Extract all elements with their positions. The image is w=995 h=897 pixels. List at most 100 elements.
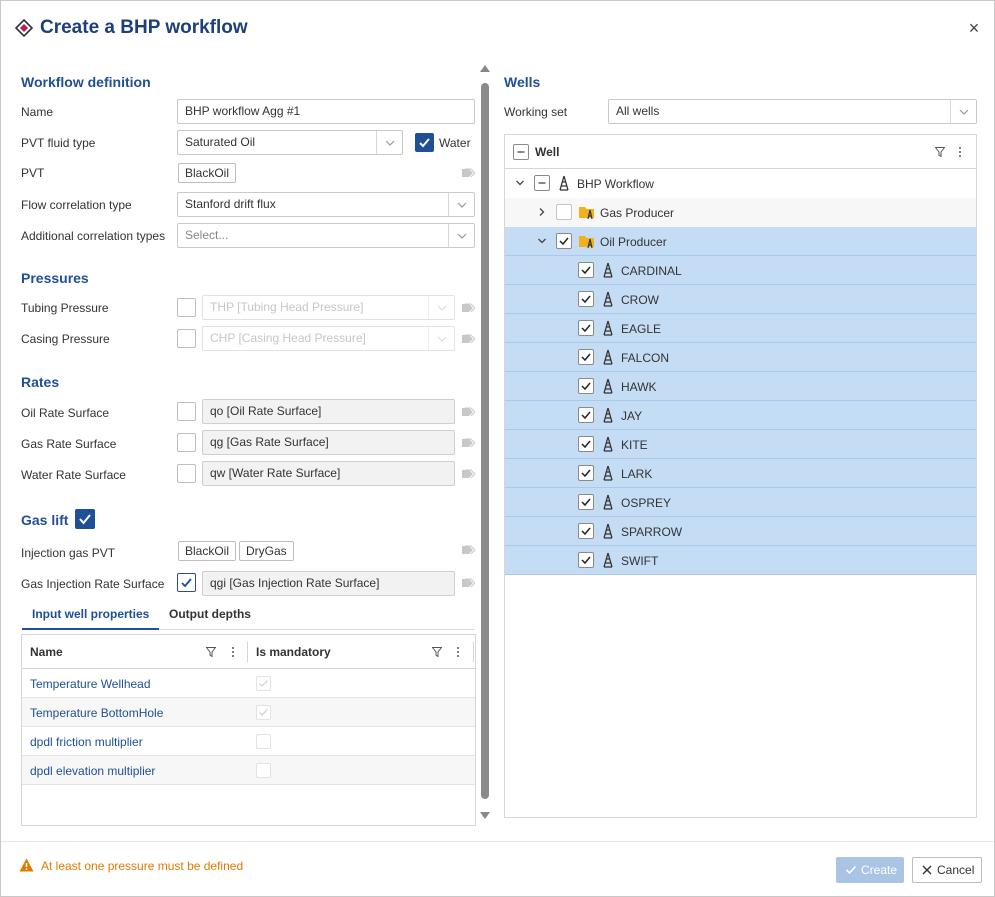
tag-icon[interactable]: [461, 469, 475, 479]
tag-icon[interactable]: [461, 303, 475, 313]
table-row[interactable]: dpdl elevation multiplier: [22, 756, 475, 785]
chevron-down-icon[interactable]: [515, 178, 525, 188]
tree-node-well[interactable]: CROW: [505, 285, 976, 314]
tag-icon[interactable]: [461, 334, 475, 344]
table-row[interactable]: Temperature Wellhead: [22, 669, 475, 698]
create-button[interactable]: Create: [836, 857, 904, 883]
tree-node-root[interactable]: BHP Workflow: [505, 169, 976, 198]
injection-pvt-chip-drygas[interactable]: DryGas: [239, 541, 294, 561]
property-name-link[interactable]: dpdl friction multiplier: [30, 735, 143, 749]
tree-node-gas-producer[interactable]: Gas Producer: [505, 198, 976, 227]
tree-node-well[interactable]: CARDINAL: [505, 256, 976, 285]
well-checkbox[interactable]: [578, 378, 594, 394]
name-input-value: BHP workflow Agg #1: [185, 104, 301, 118]
working-set-select[interactable]: All wells: [608, 99, 977, 124]
well-checkbox[interactable]: [578, 552, 594, 568]
tag-icon[interactable]: [461, 545, 475, 555]
additional-correlation-select[interactable]: Select...: [177, 223, 475, 248]
well-checkbox[interactable]: [578, 407, 594, 423]
footer-divider: [1, 841, 994, 842]
tree-node-well[interactable]: FALCON: [505, 343, 976, 372]
pvt-chip[interactable]: BlackOil: [178, 163, 237, 183]
wells-title: Wells: [504, 74, 541, 90]
casing-pressure-select[interactable]: CHP [Casing Head Pressure]: [202, 326, 455, 351]
close-button[interactable]: ×: [963, 17, 985, 39]
oil-rate-field[interactable]: qo [Oil Rate Surface]: [202, 399, 455, 424]
well-checkbox[interactable]: [578, 494, 594, 510]
filter-icon[interactable]: [432, 647, 442, 657]
tree-node-well[interactable]: KITE: [505, 430, 976, 459]
property-name-link[interactable]: Temperature Wellhead: [30, 677, 151, 691]
water-rate-checkbox[interactable]: [177, 464, 196, 483]
oil-producer-checkbox[interactable]: [556, 233, 572, 249]
column-menu-icon[interactable]: [958, 146, 962, 158]
select-all-checkbox[interactable]: [513, 144, 529, 160]
tubing-pressure-select[interactable]: THP [Tubing Head Pressure]: [202, 295, 455, 320]
tree-node-oil-producer[interactable]: Oil Producer: [505, 227, 976, 256]
tab-input-well-properties[interactable]: Input well properties: [22, 601, 160, 630]
oil-rate-checkbox[interactable]: [177, 402, 196, 421]
casing-pressure-checkbox[interactable]: [177, 329, 196, 348]
gas-lift-checkbox[interactable]: [75, 509, 95, 529]
column-header-well[interactable]: Well: [535, 145, 559, 159]
gas-rate-field[interactable]: qg [Gas Rate Surface]: [202, 430, 455, 455]
gas-rate-checkbox[interactable]: [177, 433, 196, 452]
flow-correlation-select[interactable]: Stanford drift flux: [177, 192, 475, 217]
tree-node-well[interactable]: LARK: [505, 459, 976, 488]
well-checkbox[interactable]: [578, 291, 594, 307]
column-header-name[interactable]: Name: [30, 645, 63, 659]
tree-node-well[interactable]: OSPREY: [505, 488, 976, 517]
property-name-link[interactable]: Temperature BottomHole: [30, 706, 163, 720]
filter-icon[interactable]: [935, 147, 945, 157]
column-menu-icon[interactable]: [231, 646, 235, 658]
tree-node-well[interactable]: JAY: [505, 401, 976, 430]
well-derrick-icon: [603, 378, 613, 394]
name-input[interactable]: BHP workflow Agg #1: [177, 99, 475, 124]
grid-header: Name Is mandatory: [22, 635, 475, 669]
column-separator[interactable]: [473, 642, 474, 662]
gas-producer-checkbox[interactable]: [556, 204, 572, 220]
well-checkbox[interactable]: [578, 465, 594, 481]
column-separator[interactable]: [247, 642, 248, 662]
table-row[interactable]: Temperature BottomHole: [22, 698, 475, 727]
root-checkbox[interactable]: [534, 175, 550, 191]
cancel-button[interactable]: Cancel: [912, 857, 982, 883]
water-rate-field[interactable]: qw [Water Rate Surface]: [202, 461, 455, 486]
filter-icon[interactable]: [206, 647, 216, 657]
tag-icon[interactable]: [461, 168, 475, 178]
scrollbar-thumb[interactable]: [481, 83, 489, 799]
tag-icon[interactable]: [461, 407, 475, 417]
chevron-down-icon[interactable]: [537, 236, 547, 246]
well-checkbox[interactable]: [578, 436, 594, 452]
pvt-label: PVT: [21, 166, 45, 180]
injection-pvt-chip-blackoil[interactable]: BlackOil: [178, 541, 237, 561]
column-header-is-mandatory[interactable]: Is mandatory: [256, 645, 331, 659]
flow-correlation-label: Flow correlation type: [21, 198, 132, 212]
tree-node-well[interactable]: SWIFT: [505, 546, 976, 575]
tree-node-well[interactable]: HAWK: [505, 372, 976, 401]
tab-output-depths[interactable]: Output depths: [159, 601, 261, 630]
well-name: OSPREY: [621, 496, 672, 510]
gas-injection-rate-checkbox[interactable]: [177, 573, 196, 592]
pvt-fluid-type-select[interactable]: Saturated Oil: [177, 130, 403, 155]
chevron-right-icon[interactable]: [537, 207, 547, 217]
tubing-pressure-checkbox[interactable]: [177, 298, 196, 317]
well-checkbox[interactable]: [578, 349, 594, 365]
column-menu-icon[interactable]: [456, 646, 460, 658]
oil-rate-label: Oil Rate Surface: [21, 406, 110, 420]
scroll-down-arrow-icon[interactable]: [479, 811, 491, 821]
well-checkbox[interactable]: [578, 320, 594, 336]
left-pane-scrollbar[interactable]: [479, 59, 491, 827]
table-row[interactable]: dpdl friction multiplier: [22, 727, 475, 756]
well-checkbox[interactable]: [578, 523, 594, 539]
scroll-up-arrow-icon[interactable]: [479, 63, 491, 73]
tag-icon[interactable]: [461, 438, 475, 448]
tag-icon[interactable]: [461, 578, 475, 588]
well-checkbox[interactable]: [578, 262, 594, 278]
well-name: SPARROW: [621, 525, 683, 539]
gas-injection-rate-field[interactable]: qgi [Gas Injection Rate Surface]: [202, 571, 455, 596]
tree-node-well[interactable]: EAGLE: [505, 314, 976, 343]
tree-node-well[interactable]: SPARROW: [505, 517, 976, 546]
property-name-link[interactable]: dpdl elevation multiplier: [30, 764, 155, 778]
water-checkbox[interactable]: [415, 133, 434, 152]
